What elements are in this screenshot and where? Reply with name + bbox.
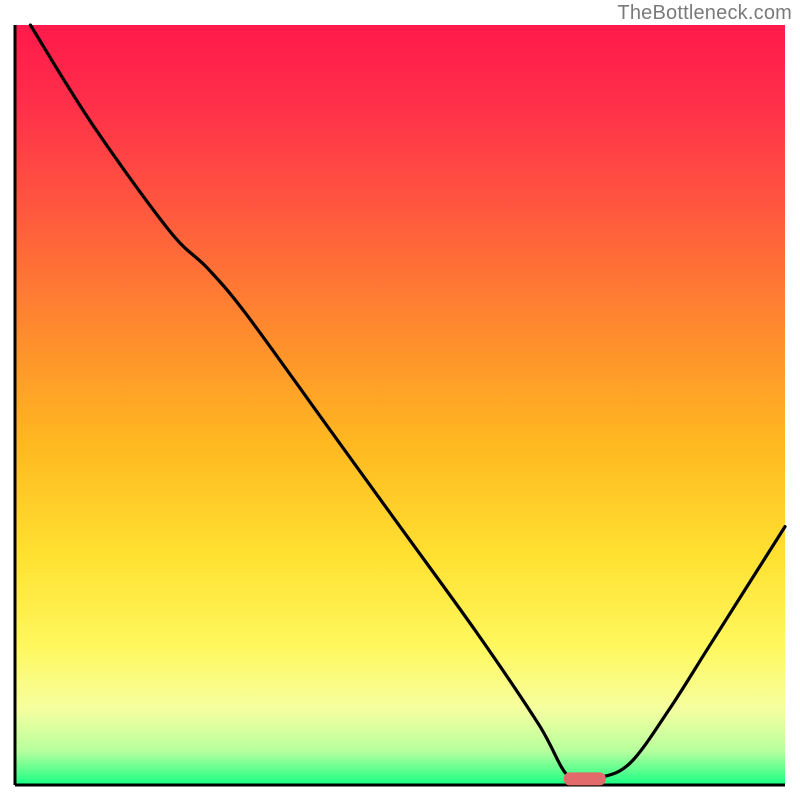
gradient-background <box>15 25 785 785</box>
bottleneck-chart <box>0 0 800 800</box>
chart-container: TheBottleneck.com <box>0 0 800 800</box>
watermark-text: TheBottleneck.com <box>617 2 792 25</box>
optimal-marker <box>564 772 606 785</box>
